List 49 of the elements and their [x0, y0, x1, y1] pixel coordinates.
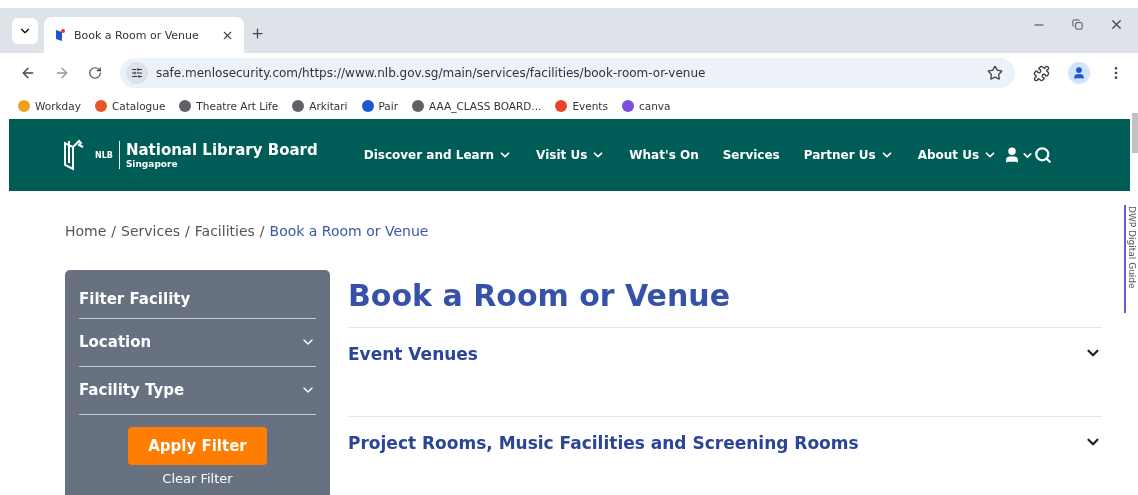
forward-icon[interactable]	[54, 65, 70, 81]
page-title: Book a Room or Venue	[348, 278, 732, 313]
bookmark-link[interactable]: canva	[621, 99, 671, 112]
logo-title: National Library Board	[125, 141, 318, 159]
nav-link[interactable]: Visit Us	[536, 148, 606, 162]
nav-link[interactable]: Partner Us	[803, 148, 894, 162]
breadcrumb-link[interactable]: Book a Room or Venue	[269, 223, 429, 239]
tab-title: Book a Room or Venue	[74, 28, 200, 42]
bookmark-link[interactable]: Events	[555, 99, 608, 112]
nav-link[interactable]: About Us	[917, 148, 998, 162]
reload-icon[interactable]	[88, 66, 102, 80]
back-icon[interactable]	[20, 65, 36, 81]
browser-tab[interactable]: Book a Room or Venue	[44, 17, 244, 53]
filter-dropdown[interactable]: Facility Type	[79, 367, 316, 415]
profile-icon[interactable]	[1068, 62, 1090, 84]
clear-filter-link[interactable]: Clear Filter	[162, 471, 233, 486]
filter-dropdown[interactable]: Location	[79, 319, 316, 367]
accordion-header[interactable]: Event Venues	[348, 327, 1102, 416]
tab-list-button[interactable]	[12, 18, 38, 44]
bookmark-link[interactable]: Pair	[361, 99, 399, 112]
bookmark-link[interactable]: AAA_CLASS BOARD...	[412, 99, 542, 112]
breadcrumb-link[interactable]: Home	[65, 223, 107, 239]
nav-link[interactable]: Services	[722, 148, 780, 162]
new-tab-icon[interactable]	[250, 26, 265, 41]
nav-link[interactable]: What's On	[629, 148, 699, 162]
bookmark-link[interactable]: Workday	[18, 99, 81, 112]
breadcrumb-link[interactable]: Services	[121, 223, 181, 239]
star-icon[interactable]	[987, 65, 1003, 81]
bookmark-icon	[54, 28, 66, 42]
accordion-header[interactable]: Project Rooms, Music Facilities and Screening Rooms	[348, 416, 1102, 495]
search-icon[interactable]	[1034, 146, 1053, 164]
close-window-icon[interactable]	[1109, 17, 1124, 32]
logo-subtitle: Singapore	[125, 159, 179, 169]
bookmark-link[interactable]: Theatre Art Life	[179, 99, 279, 112]
url-text: safe.menlosecurity.com/https://www.nlb.gov.sg/main/services/facilities/book-room-or-venue	[156, 66, 707, 80]
side-guide-tab[interactable]: DWP Digital Guide	[1124, 205, 1138, 313]
breadcrumb-separator: /	[111, 223, 117, 239]
extensions-icon[interactable]	[1033, 64, 1050, 82]
bookmark-link[interactable]: Arkitari	[292, 99, 348, 112]
bookmark-link[interactable]: Catalogue	[94, 99, 166, 112]
nav-link[interactable]: Discover and Learn	[363, 148, 513, 162]
breadcrumb-separator: /	[185, 223, 190, 239]
logo-mark: NLB	[95, 150, 113, 160]
address-bar[interactable]: safe.menlosecurity.com/https://www.nlb.gov.sg/main/services/facilities/book-room-or-venue	[120, 58, 1015, 88]
breadcrumb-link[interactable]: Facilities	[194, 223, 255, 239]
filter-title: Filter Facility	[79, 282, 316, 319]
breadcrumb-separator: /	[259, 223, 265, 239]
restore-icon[interactable]	[1072, 17, 1083, 32]
site-settings-icon[interactable]	[126, 62, 148, 84]
